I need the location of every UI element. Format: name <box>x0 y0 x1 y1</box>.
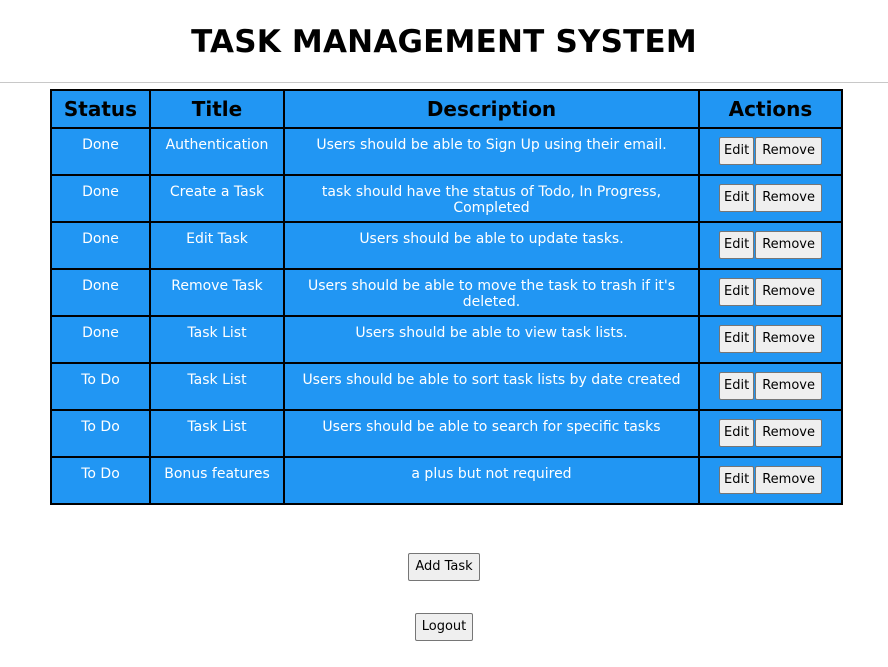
remove-task-button[interactable]: Remove <box>755 184 822 212</box>
column-header-actions: Actions <box>698 89 843 129</box>
task-status-cell: To Do <box>50 409 151 458</box>
edit-task-button[interactable]: Edit <box>719 372 755 400</box>
edit-task-button[interactable]: Edit <box>719 325 755 353</box>
task-description-cell: Users should be able to view task lists. <box>283 315 700 364</box>
remove-task-button[interactable]: Remove <box>755 466 822 494</box>
task-title-cell: Task List <box>149 409 285 458</box>
task-description-cell: Users should be able to update tasks. <box>283 221 700 270</box>
add-task-button[interactable]: Add Task <box>408 553 480 581</box>
page-title: TASK MANAGEMENT SYSTEM <box>191 24 697 60</box>
table-row: To Do Task List Users should be able to se… <box>50 409 843 458</box>
column-header-description: Description <box>283 89 700 129</box>
task-title-cell: Edit Task <box>149 221 285 270</box>
task-actions-cell: Edit Remove <box>698 221 843 270</box>
task-status-cell: Done <box>50 127 151 176</box>
task-description-cell: Users should be able to move the task to… <box>283 268 700 317</box>
task-title-cell: Task List <box>149 315 285 364</box>
remove-task-button[interactable]: Remove <box>755 231 822 259</box>
task-description-cell: Users should be able to sort task lists … <box>283 362 700 411</box>
table-row: Done Task List Users should be able to vie… <box>50 315 843 364</box>
task-description-cell: Users should be able to search for speci… <box>283 409 700 458</box>
task-status-cell: Done <box>50 174 151 223</box>
table-row: Done Create a Task task should have the st… <box>50 174 843 223</box>
table-row: Done Authentication Users should be able t… <box>50 127 843 176</box>
task-actions-cell: Edit Remove <box>698 315 843 364</box>
task-actions-cell: Edit Remove <box>698 127 843 176</box>
task-actions-cell: Edit Remove <box>698 456 843 505</box>
edit-task-button[interactable]: Edit <box>719 419 755 447</box>
remove-task-button[interactable]: Remove <box>755 278 822 306</box>
remove-task-button[interactable]: Remove <box>755 137 822 165</box>
edit-task-button[interactable]: Edit <box>719 184 755 212</box>
task-status-cell: To Do <box>50 456 151 505</box>
add-task-container: Add Task <box>0 553 888 581</box>
remove-task-button[interactable]: Remove <box>755 325 822 353</box>
edit-task-button[interactable]: Edit <box>719 278 755 306</box>
task-table-body: Done Authentication Users should be able t… <box>50 127 843 505</box>
task-title-cell: Authentication <box>149 127 285 176</box>
task-description-cell: task should have the status of Todo, In … <box>283 174 700 223</box>
task-status-cell: Done <box>50 315 151 364</box>
task-description-cell: a plus but not required <box>283 456 700 505</box>
task-status-cell: To Do <box>50 362 151 411</box>
column-header-title: Title <box>149 89 285 129</box>
task-description-cell: Users should be able to Sign Up using th… <box>283 127 700 176</box>
task-actions-cell: Edit Remove <box>698 268 843 317</box>
task-title-cell: Create a Task <box>149 174 285 223</box>
task-title-cell: Remove Task <box>149 268 285 317</box>
header: TASK MANAGEMENT SYSTEM <box>0 0 888 83</box>
task-actions-cell: Edit Remove <box>698 409 843 458</box>
task-table: Status Title Description Actions Done Aut… <box>50 89 843 505</box>
logout-container: Logout <box>0 613 888 641</box>
table-row: Done Edit Task Users should be able to upd… <box>50 221 843 270</box>
edit-task-button[interactable]: Edit <box>719 466 755 494</box>
task-actions-cell: Edit Remove <box>698 174 843 223</box>
edit-task-button[interactable]: Edit <box>719 137 755 165</box>
table-row: To Do Task List Users should be able to so… <box>50 362 843 411</box>
remove-task-button[interactable]: Remove <box>755 372 822 400</box>
table-row: To Do Bonus features a plus but not requir… <box>50 456 843 505</box>
task-table-container: Status Title Description Actions Done Aut… <box>50 89 843 505</box>
task-title-cell: Bonus features <box>149 456 285 505</box>
logout-button[interactable]: Logout <box>414 613 474 641</box>
column-header-status: Status <box>50 89 151 129</box>
task-status-cell: Done <box>50 221 151 270</box>
table-header-row: Status Title Description Actions <box>50 89 843 129</box>
edit-task-button[interactable]: Edit <box>719 231 755 259</box>
task-actions-cell: Edit Remove <box>698 362 843 411</box>
remove-task-button[interactable]: Remove <box>755 419 822 447</box>
task-title-cell: Task List <box>149 362 285 411</box>
task-status-cell: Done <box>50 268 151 317</box>
table-row: Done Remove Task Users should be able to m… <box>50 268 843 317</box>
